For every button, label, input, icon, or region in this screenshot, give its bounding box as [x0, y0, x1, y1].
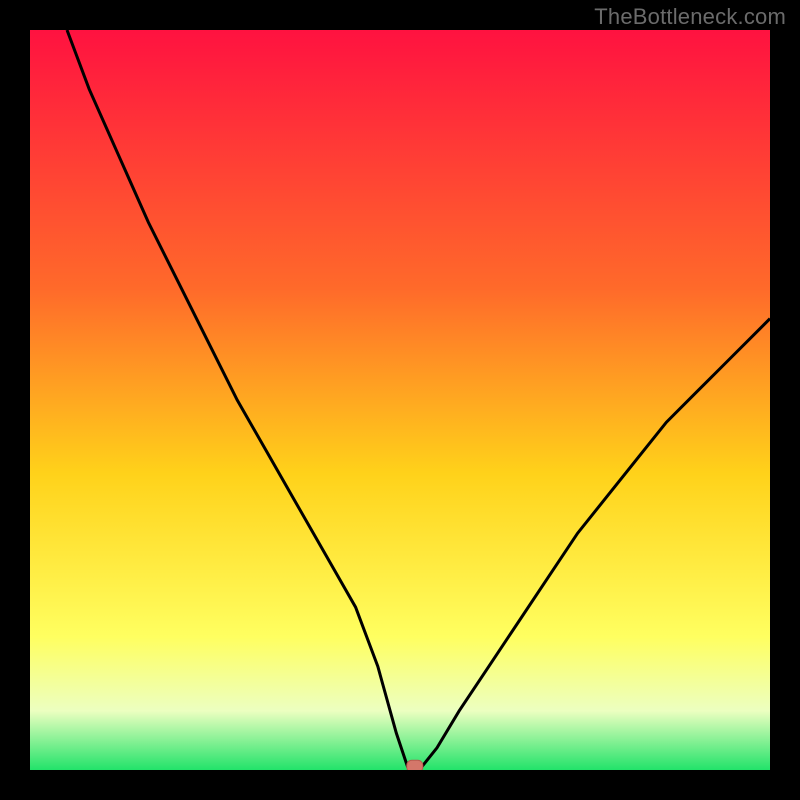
chart-frame: TheBottleneck.com — [0, 0, 800, 800]
gradient-background — [30, 30, 770, 770]
plot-area — [30, 30, 770, 770]
watermark-text: TheBottleneck.com — [594, 4, 786, 30]
bottleneck-chart — [30, 30, 770, 770]
optimal-point-marker — [407, 760, 423, 770]
